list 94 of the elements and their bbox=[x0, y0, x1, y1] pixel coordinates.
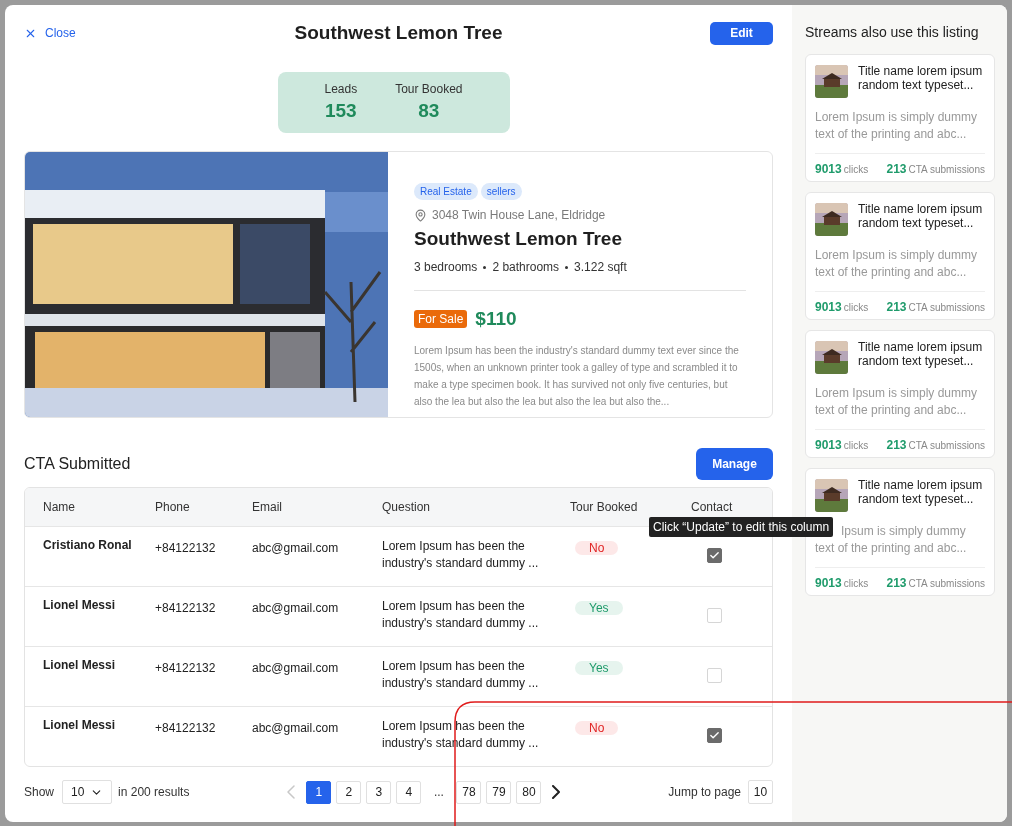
jump-field[interactable]: 10 bbox=[748, 780, 773, 804]
status-pill: Yes bbox=[575, 661, 623, 675]
page-button[interactable]: 78 bbox=[456, 780, 482, 804]
page-button[interactable]: 3 bbox=[366, 780, 392, 804]
pagination-ellipsis: ... bbox=[432, 785, 445, 799]
contact-checkbox[interactable] bbox=[707, 728, 722, 743]
price: $110 bbox=[475, 308, 517, 330]
table-cell-text: +84122132 bbox=[155, 660, 217, 677]
chevron-right-icon bbox=[552, 785, 561, 799]
column-header: Question bbox=[382, 500, 432, 514]
table-cell-text: +84122132 bbox=[155, 600, 217, 617]
tag: Real Estate bbox=[414, 183, 478, 200]
status-badge: For Sale bbox=[414, 310, 468, 328]
stream-card[interactable]: Title name lorem ipsum random text typeset... Lorem Ipsum is simply dummy text of the printing and abc... 9013 clicks 213 CTA submissions bbox=[805, 192, 995, 320]
submissions-count: 213 bbox=[886, 576, 907, 590]
column-header: Name bbox=[43, 500, 76, 514]
stream-title: Title name lorem ipsum random text typeset... bbox=[858, 478, 984, 506]
edit-button[interactable]: Edit bbox=[710, 21, 773, 45]
clicks-count: 9013 bbox=[815, 300, 842, 314]
stat-value: 83 bbox=[418, 100, 440, 122]
table-cell-text: Lionel Messi bbox=[43, 718, 117, 734]
stream-title: Title name lorem ipsum random text typeset... bbox=[858, 64, 984, 92]
page-size-select[interactable]: 10 bbox=[62, 780, 113, 804]
address: 3048 Twin House Lane, Eldridge bbox=[432, 208, 606, 222]
submissions-label: CTA submissions bbox=[908, 578, 985, 589]
check-icon bbox=[709, 550, 720, 561]
contact-checkbox[interactable] bbox=[707, 548, 722, 563]
stream-title: Title name lorem ipsum random text typeset... bbox=[858, 202, 984, 230]
table-cell-text: Cristiano Ronal bbox=[43, 538, 133, 554]
status-pill: Yes bbox=[575, 601, 623, 615]
manage-button[interactable]: Manage bbox=[696, 448, 773, 480]
stat-label: Tour Booked bbox=[395, 82, 463, 96]
stream-card[interactable]: Title name lorem ipsum random text typeset... Lorem Ipsum is simply dummy text of the printing and abc... 9013 clicks 213 CTA submissions bbox=[805, 54, 995, 182]
table-cell-text: Lorem Ipsum has been the industry's standard dummy ... bbox=[382, 598, 540, 632]
bullet-dot bbox=[483, 265, 487, 269]
table-cell-text: abc@gmail.com bbox=[252, 540, 340, 557]
submissions-count: 213 bbox=[886, 162, 907, 176]
sidebar-title: Streams also use this listing bbox=[805, 24, 980, 40]
column-header: Email bbox=[252, 500, 283, 514]
column-header: Contact bbox=[691, 500, 734, 514]
submissions-label: CTA submissions bbox=[908, 440, 985, 451]
stream-description: Lorem Ipsum is simply dummy text of the printing and abc... bbox=[815, 247, 985, 292]
close-button[interactable]: Close bbox=[24, 26, 76, 40]
listing-title: Southwest Lemon Tree bbox=[414, 228, 623, 250]
modal-title: Southwest Lemon Tree bbox=[294, 22, 503, 44]
column-header: Phone bbox=[155, 500, 191, 514]
section-title: CTA Submitted bbox=[24, 455, 131, 473]
clicks-count: 9013 bbox=[815, 438, 842, 452]
submissions-count: 213 bbox=[886, 300, 907, 314]
clicks-count: 9013 bbox=[815, 162, 842, 176]
jump-label: Jump to page bbox=[668, 785, 741, 799]
clicks-label: clicks bbox=[843, 578, 869, 589]
table-cell-text: Lorem Ipsum has been the industry's standard dummy ... bbox=[382, 538, 540, 572]
map-pin-icon bbox=[414, 208, 427, 222]
clicks-label: clicks bbox=[843, 440, 869, 451]
page-button[interactable]: 80 bbox=[516, 780, 542, 804]
submissions-count: 213 bbox=[886, 438, 907, 452]
table-cell-text: Lorem Ipsum has been the industry's standard dummy ... bbox=[382, 658, 540, 692]
tooltip: Click “Update” to edit this column bbox=[649, 517, 834, 537]
page-button[interactable]: 79 bbox=[486, 780, 512, 804]
column-header: Tour Booked bbox=[570, 500, 639, 514]
page-button[interactable]: 4 bbox=[396, 780, 422, 804]
stream-title: Title name lorem ipsum random text typeset... bbox=[858, 340, 984, 368]
page-button[interactable]: 2 bbox=[336, 780, 362, 804]
status-pill: No bbox=[575, 721, 619, 735]
listing-description: Lorem Ipsum has been the industry's standard dummy text ever since the 1500s, when an unknown printer took a galley of type and scrambled it to make a type specimen book. It has survived not only five centuries, but also the lea but also the lea but also the lea but also the... bbox=[414, 344, 740, 409]
table-cell-text: +84122132 bbox=[155, 720, 217, 737]
table-cell-text: Lionel Messi bbox=[43, 658, 117, 674]
stat-label: Leads bbox=[324, 82, 358, 96]
table-cell-text: abc@gmail.com bbox=[252, 660, 340, 677]
chevron-left-icon bbox=[287, 785, 296, 799]
submissions-label: CTA submissions bbox=[908, 164, 985, 175]
status-pill: No bbox=[575, 541, 619, 555]
table-cell-text: abc@gmail.com bbox=[252, 720, 340, 737]
feature-text: 3.122 sqft bbox=[574, 260, 627, 274]
results-count: in 200 results bbox=[118, 785, 190, 799]
clicks-count: 9013 bbox=[815, 576, 842, 590]
tag: sellers bbox=[480, 183, 522, 200]
stream-description: Lorem Ipsum is simply dummy text of the printing and abc... bbox=[815, 109, 985, 154]
feature-text: 3 bedrooms bbox=[414, 260, 478, 274]
clicks-label: clicks bbox=[843, 164, 869, 175]
stream-card[interactable]: Title name lorem ipsum random text typeset... Lorem Ipsum is simply dummy text of the printing and abc... 9013 clicks 213 CTA submissions bbox=[805, 330, 995, 458]
table-cell-text: abc@gmail.com bbox=[252, 600, 340, 617]
stream-description: Lorem Ipsum is simply dummy text of the printing and abc... bbox=[815, 385, 985, 430]
clicks-label: clicks bbox=[843, 302, 869, 313]
show-label: Show bbox=[24, 785, 55, 799]
table-cell-text: Lionel Messi bbox=[43, 598, 117, 614]
stat-value: 153 bbox=[324, 100, 357, 122]
table-cell-text: +84122132 bbox=[155, 540, 217, 557]
bullet-dot bbox=[565, 265, 569, 269]
check-icon bbox=[709, 730, 720, 741]
feature-text: 2 bathrooms bbox=[492, 260, 560, 274]
page-button[interactable]: 1 bbox=[306, 780, 332, 804]
submissions-label: CTA submissions bbox=[908, 302, 985, 313]
